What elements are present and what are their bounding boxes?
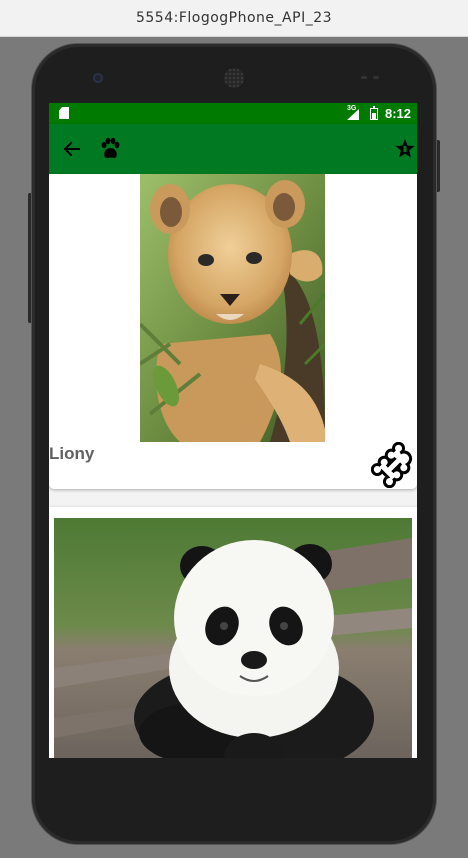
app-bar — [49, 124, 417, 174]
favorites-button[interactable] — [395, 139, 415, 159]
proximity-sensor — [361, 76, 367, 79]
status-bar: 3G 8:12 — [49, 103, 417, 124]
emulator-window-title: 5554:FlogogPhone_API_23 — [0, 0, 468, 37]
pet-card[interactable]: Liony — [49, 174, 417, 489]
battery-icon — [370, 106, 378, 120]
arrow-left-icon — [63, 141, 80, 157]
front-camera-icon — [93, 73, 103, 83]
panda-cub-photo — [54, 518, 412, 758]
bone-icon — [370, 441, 413, 489]
pet-card[interactable] — [49, 507, 417, 758]
earpiece-speaker — [224, 68, 244, 88]
lion-cub-photo — [140, 174, 325, 442]
star-badge-icon — [395, 139, 415, 158]
pet-name-label: Liony — [49, 444, 95, 463]
treat-button[interactable] — [370, 441, 417, 489]
clock: 8:12 — [385, 106, 412, 121]
network-type-label: 3G — [347, 105, 357, 112]
light-sensor — [373, 76, 379, 79]
sd-card-icon — [59, 107, 69, 119]
pet-list[interactable]: Liony — [49, 174, 417, 758]
back-button[interactable] — [61, 138, 83, 160]
paw-icon — [99, 137, 121, 161]
device-screen: 3G 8:12 Liony — [49, 103, 417, 758]
